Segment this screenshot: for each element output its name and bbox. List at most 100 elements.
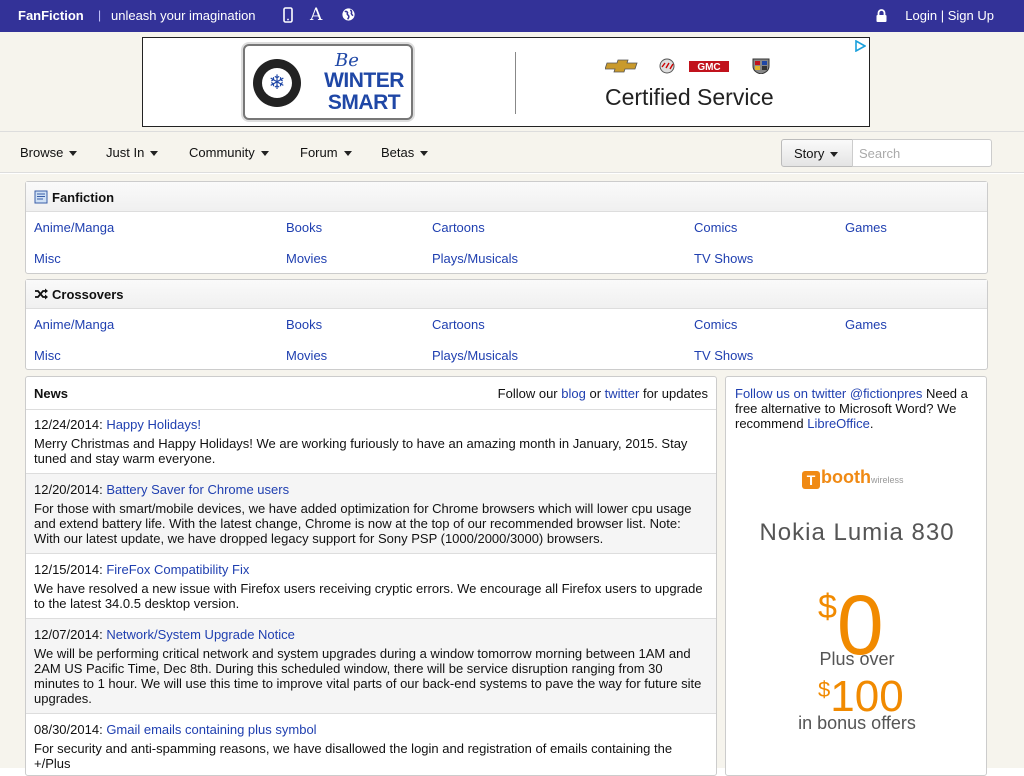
ad-divider: [515, 52, 516, 114]
news-item: 12/07/2014: Network/System Upgrade Notic…: [26, 619, 716, 714]
follow-or: or: [589, 386, 602, 401]
caret-down-icon: [260, 151, 269, 157]
search-input[interactable]: [852, 139, 992, 167]
shuffle-icon: [34, 287, 48, 301]
login-link[interactable]: Login: [905, 8, 937, 23]
fanfiction-header: Fanfiction: [26, 182, 987, 212]
caret-down-icon: [343, 151, 352, 157]
fanfiction-title: Fanfiction: [52, 190, 115, 205]
news-item-body: For those with smart/mobile devices, we …: [34, 501, 692, 546]
svg-text:GMC: GMC: [697, 62, 720, 73]
winter-smart-badge: ❄ Be WINTER SMART: [243, 44, 413, 120]
boost-mobile-ad[interactable]: Tboothwireless Nokia Lumia 830 $0 Plus o…: [726, 461, 986, 775]
sidebar-text: Follow us on twitter @fictionpres Need a…: [735, 386, 968, 431]
news-item-title[interactable]: Happy Holidays!: [106, 417, 201, 432]
fanfiction-cat-movies[interactable]: Movies: [286, 251, 327, 266]
crossover-cat-anime[interactable]: Anime/Manga: [34, 317, 114, 332]
ad-phone-name: Nokia Lumia 830: [759, 519, 955, 546]
nav-forum[interactable]: Forum: [300, 145, 352, 160]
crossover-cat-games[interactable]: Games: [845, 317, 887, 332]
crossover-cat-comics[interactable]: Comics: [694, 317, 737, 332]
news-item-title[interactable]: Network/System Upgrade Notice: [106, 627, 295, 642]
signup-link[interactable]: Sign Up: [948, 8, 994, 23]
news-header: News Follow our blog or twitter for upda…: [26, 377, 716, 410]
sidebar-panel: Follow us on twitter @fictionpres Need a…: [725, 376, 987, 776]
crossovers-title: Crossovers: [52, 287, 124, 302]
nav-betas[interactable]: Betas: [381, 145, 429, 160]
crossover-cat-misc[interactable]: Misc: [34, 348, 61, 363]
mobile-icon[interactable]: [282, 7, 298, 23]
twitter-follow-link[interactable]: Follow us on twitter @fictionpres: [735, 386, 922, 401]
news-date: 12/07/2014:: [34, 627, 103, 642]
font-size-icon[interactable]: A: [310, 5, 326, 25]
follow-suffix: for updates: [642, 386, 708, 401]
gmc-logo: GMC: [689, 61, 729, 73]
news-date: 12/15/2014:: [34, 562, 103, 577]
crossover-cat-books[interactable]: Books: [286, 317, 322, 332]
fanfiction-cat-plays[interactable]: Plays/Musicals: [432, 251, 518, 266]
main-nav: Browse Just In Community Forum Betas Sto…: [0, 132, 1024, 173]
news-item-body: We have resolved a new issue with Firefo…: [34, 581, 703, 611]
libreoffice-link[interactable]: LibreOffice: [807, 416, 870, 431]
boost-logo-mark: T: [802, 471, 820, 489]
news-item-body: For security and anti-spamming reasons, …: [34, 741, 673, 771]
ad-certified-service: Certified Service: [605, 84, 774, 110]
news-item: 12/20/2014: Battery Saver for Chrome use…: [26, 474, 716, 554]
crossover-cat-movies[interactable]: Movies: [286, 348, 327, 363]
brand-separator: |: [98, 8, 102, 22]
fanfiction-cat-tv[interactable]: TV Shows: [694, 251, 753, 266]
news-item-title[interactable]: Gmail emails containing plus symbol: [106, 722, 316, 737]
lock-icon: [876, 9, 888, 23]
fanfiction-cat-anime[interactable]: Anime/Manga: [34, 220, 114, 235]
globe-icon[interactable]: [341, 7, 357, 23]
news-item: 12/24/2014: Happy Holidays! Merry Christ…: [26, 410, 716, 474]
tire-icon: ❄: [253, 59, 301, 107]
chevrolet-logo: [604, 59, 638, 73]
top-bar: FanFiction | unleash your imagination A …: [0, 0, 1024, 32]
news-item-body: Merry Christmas and Happy Holidays! We a…: [34, 436, 688, 466]
crossover-cat-tv[interactable]: TV Shows: [694, 348, 753, 363]
twitter-link[interactable]: twitter: [605, 386, 640, 401]
fanfiction-cat-comics[interactable]: Comics: [694, 220, 737, 235]
follow-prefix: Follow our: [497, 386, 558, 401]
crossover-cat-cartoons[interactable]: Cartoons: [432, 317, 485, 332]
news-title: News: [34, 386, 68, 401]
ad-winter-smart-text: WINTER SMART: [324, 69, 404, 114]
news-item-body: We will be performing critical network a…: [34, 646, 702, 706]
fanfiction-cat-games[interactable]: Games: [845, 220, 887, 235]
crossovers-panel: Crossovers Anime/Manga Books Cartoons Co…: [25, 279, 988, 370]
nav-just-in[interactable]: Just In: [106, 145, 159, 160]
cadillac-logo: [752, 58, 770, 75]
site-tagline: unleash your imagination: [111, 8, 256, 23]
snowflake-icon: ❄: [262, 68, 292, 98]
site-brand[interactable]: FanFiction: [18, 8, 84, 23]
news-item: 12/15/2014: FireFox Compatibility Fix We…: [26, 554, 716, 619]
story-filter-button[interactable]: Story: [781, 139, 853, 167]
nav-community[interactable]: Community: [189, 145, 269, 160]
news-item-title[interactable]: FireFox Compatibility Fix: [106, 562, 249, 577]
news-date: 12/20/2014:: [34, 482, 103, 497]
nav-browse[interactable]: Browse: [20, 145, 78, 160]
news-item-title[interactable]: Battery Saver for Chrome users: [106, 482, 289, 497]
fanfiction-cat-cartoons[interactable]: Cartoons: [432, 220, 485, 235]
fanfiction-cat-books[interactable]: Books: [286, 220, 322, 235]
news-panel: News Follow our blog or twitter for upda…: [25, 376, 717, 776]
news-date: 08/30/2014:: [34, 722, 103, 737]
boost-logo: Tboothwireless: [802, 467, 904, 489]
caret-down-icon: [69, 151, 78, 157]
news-date: 12/24/2014:: [34, 417, 103, 432]
book-icon: [34, 190, 48, 204]
crossovers-header: Crossovers: [26, 280, 987, 309]
blog-link[interactable]: blog: [561, 386, 586, 401]
news-item: 08/30/2014: Gmail emails containing plus…: [26, 714, 716, 775]
banner-zone: ❄ Be WINTER SMART GMC Certified Service: [0, 32, 1024, 132]
login-separator: |: [940, 8, 945, 23]
adchoices-icon[interactable]: [854, 39, 867, 53]
ad-be-text: Be: [335, 50, 359, 71]
banner-ad[interactable]: ❄ Be WINTER SMART GMC Certified Service: [142, 37, 870, 127]
fanfiction-panel: Fanfiction Anime/Manga Books Cartoons Co…: [25, 181, 988, 274]
crossover-cat-plays[interactable]: Plays/Musicals: [432, 348, 518, 363]
caret-down-icon: [150, 151, 159, 157]
fanfiction-cat-misc[interactable]: Misc: [34, 251, 61, 266]
ad-bonus-text: in bonus offers: [798, 713, 916, 733]
